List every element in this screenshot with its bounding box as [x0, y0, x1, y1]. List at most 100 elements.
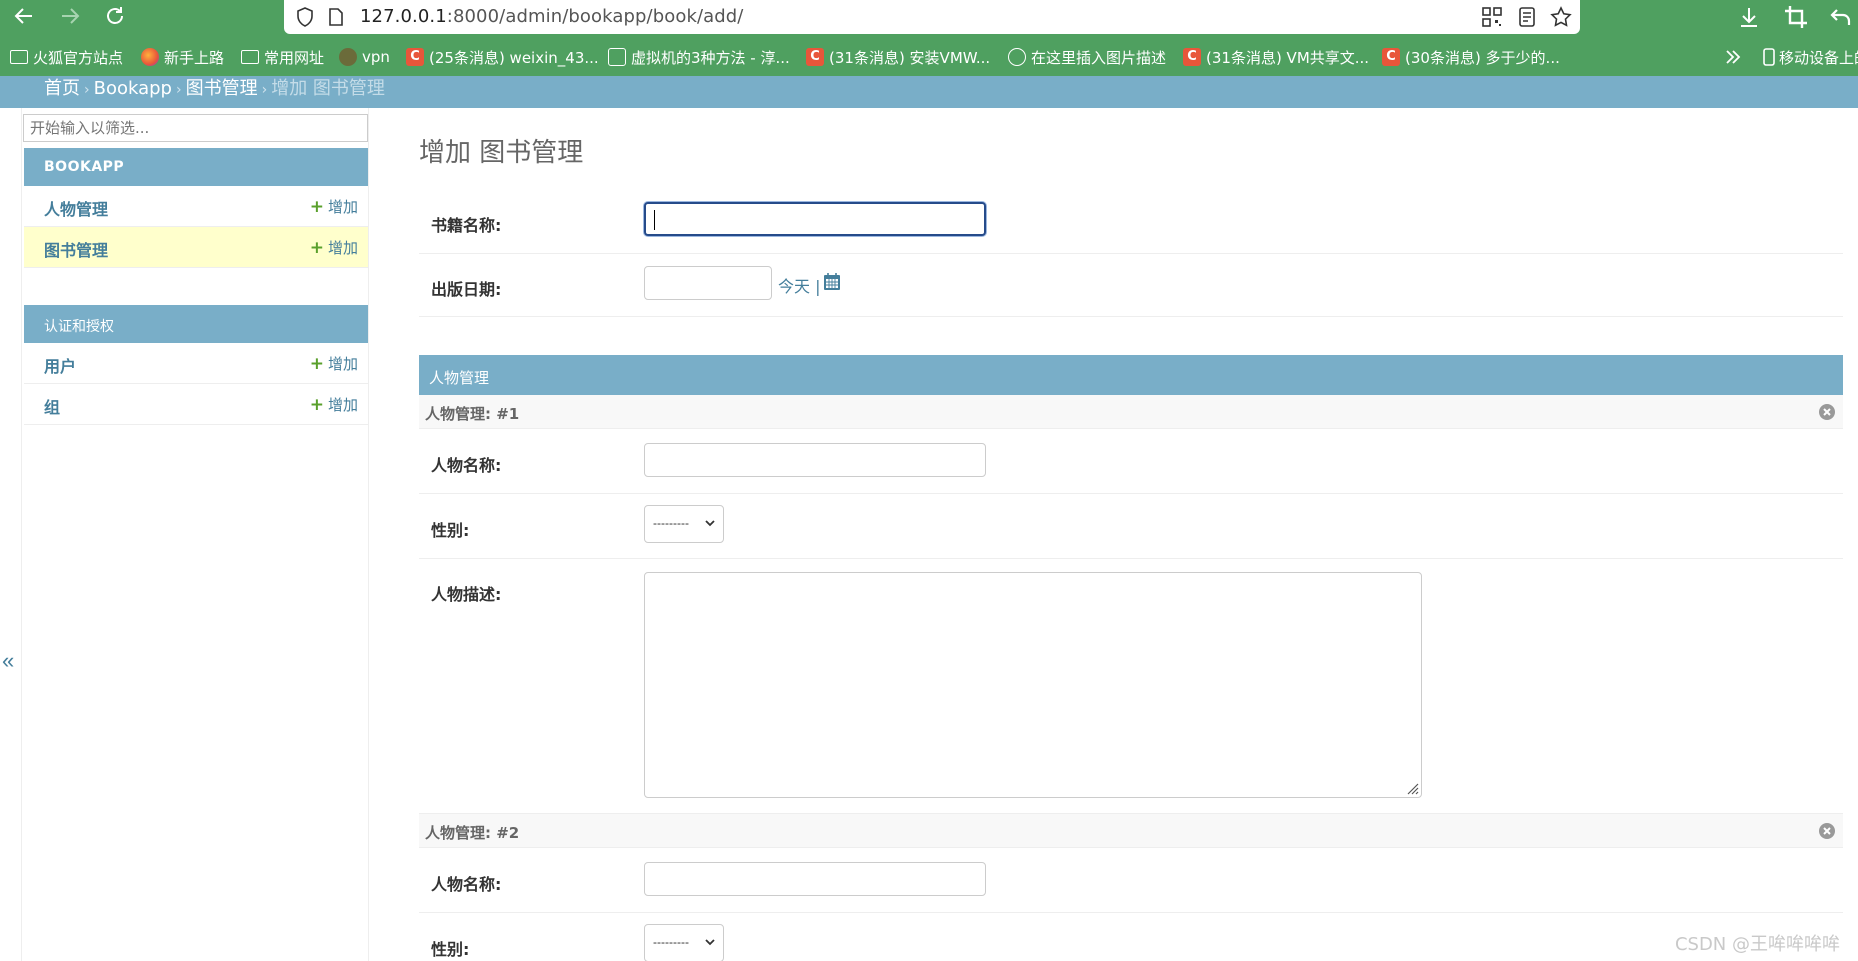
bookmark-item[interactable]: 虚拟机的3种方法 - 淳... — [608, 46, 790, 68]
bookmark-item[interactable]: 新手上路 — [141, 46, 224, 68]
mobile-icon — [1763, 48, 1775, 66]
bookmark-item[interactable]: 在这里插入图片描述 — [1008, 46, 1166, 68]
calendar-icon[interactable] — [822, 272, 842, 292]
module-bookapp: BOOKAPP 人物管理 + 增加 图书管理 + 增加 — [24, 148, 368, 268]
pub-date-input[interactable] — [644, 266, 772, 300]
add-label: 增加 — [327, 355, 358, 373]
shield-icon[interactable] — [296, 7, 314, 27]
add-book-link[interactable]: + 增加 — [310, 237, 358, 258]
bookmark-item[interactable]: C (31条消息) VM共享文... — [1183, 46, 1369, 68]
globe-icon — [1008, 48, 1026, 66]
resize-grip-icon[interactable] — [1403, 779, 1419, 795]
person-desc-textarea[interactable] — [644, 572, 1422, 798]
inline-item-header: 人物管理: #1 — [419, 395, 1843, 429]
module-caption[interactable]: BOOKAPP — [24, 148, 368, 186]
download-icon[interactable] — [1736, 4, 1762, 30]
folder-icon — [10, 50, 28, 64]
bookmarks-bar: 火狐官方站点 新手上路 常用网址 vpn C (25条消息) weixin_43.… — [0, 40, 1858, 74]
gender-label: 性别: — [431, 521, 470, 540]
person-name-input[interactable] — [644, 862, 986, 896]
delete-inline-icon[interactable] — [1817, 402, 1837, 422]
sidebar-item-label[interactable]: 人物管理 — [44, 196, 108, 220]
bookmark-item[interactable]: 常用网址 — [241, 46, 324, 68]
gender-select-value: --------- — [653, 516, 689, 530]
bookmark-item[interactable]: 火狐官方站点 — [10, 46, 123, 68]
firefox-icon — [141, 48, 159, 66]
mobile-bookmarks-label: 移动设备上的 — [1779, 48, 1858, 67]
crop-icon[interactable] — [1783, 4, 1809, 30]
sidebar-item-label[interactable]: 图书管理 — [44, 237, 108, 261]
url-port: :8000 — [446, 6, 500, 27]
today-link[interactable]: 今天 — [778, 277, 810, 296]
bookmark-item[interactable]: C (25条消息) weixin_43... — [406, 46, 599, 68]
gender-select[interactable]: --------- — [644, 505, 724, 543]
bookmark-label: 火狐官方站点 — [33, 48, 124, 67]
bookmark-item[interactable]: vpn — [339, 46, 390, 68]
gender-label: 性别: — [431, 940, 470, 959]
add-user-link[interactable]: + 增加 — [310, 353, 358, 374]
breadcrumb-home[interactable]: 首页 — [44, 78, 80, 99]
page-info-icon[interactable] — [328, 8, 344, 26]
breadcrumb-separator: › — [261, 82, 268, 98]
inline-item-title: 人物管理: #1 — [425, 405, 520, 423]
sidebar-item-label[interactable]: 用户 — [44, 353, 76, 377]
plus-icon: + — [309, 238, 324, 258]
add-group-link[interactable]: + 增加 — [310, 394, 358, 415]
module-caption[interactable]: 认证和授权 — [24, 305, 368, 343]
address-bar[interactable]: 127.0.0.1:8000/admin/bookapp/book/add/ — [284, 0, 1580, 34]
mobile-bookmarks[interactable]: 移动设备上的 — [1762, 46, 1858, 68]
form-row-gender: 性别: --------- — [419, 913, 1843, 961]
plus-icon: + — [309, 354, 324, 374]
bookmark-label: (31条消息) VM共享文... — [1206, 48, 1370, 67]
qr-code-icon[interactable] — [1481, 6, 1503, 28]
add-label: 增加 — [327, 239, 358, 257]
reader-view-icon[interactable] — [1516, 6, 1538, 28]
inline-item-title: 人物管理: #2 — [425, 824, 520, 842]
person-name-label: 人物名称: — [431, 456, 502, 475]
chevron-down-icon — [705, 520, 715, 527]
more-bookmarks-icon[interactable] — [1724, 46, 1742, 68]
csdn-icon: C — [406, 48, 424, 66]
form-row-book-name: 书籍名称: — [419, 190, 1843, 254]
back-arrow-icon[interactable] — [12, 4, 36, 28]
page-title: 增加 图书管理 — [419, 138, 584, 168]
sidebar-item-users[interactable]: 用户 + 增加 — [24, 343, 368, 384]
sidebar-item-person[interactable]: 人物管理 + 增加 — [24, 186, 368, 227]
sidebar-item-label[interactable]: 组 — [44, 394, 60, 418]
reload-icon[interactable] — [103, 4, 127, 28]
bookmark-item[interactable]: C (30条消息) 多于少的... — [1382, 46, 1560, 68]
bookmark-item[interactable]: C (31条消息) 安装VMW... — [806, 46, 990, 68]
form-row-person-name: 人物名称: — [419, 429, 1843, 494]
breadcrumb-model[interactable]: 图书管理 — [186, 78, 258, 99]
folder-icon — [241, 50, 259, 64]
pub-date-label: 出版日期: — [431, 280, 502, 299]
sidebar-item-book[interactable]: 图书管理 + 增加 — [24, 227, 368, 268]
bookmark-label: 新手上路 — [164, 48, 225, 67]
bookmark-label: 在这里插入图片描述 — [1031, 48, 1167, 67]
sidebar-toggle[interactable]: « — [0, 108, 22, 961]
bookmark-label: vpn — [362, 48, 390, 66]
gender-select[interactable]: --------- — [644, 924, 724, 961]
forward-arrow-icon[interactable] — [58, 4, 82, 28]
collapse-sidebar-icon[interactable]: « — [2, 648, 14, 674]
plus-icon: + — [309, 197, 324, 217]
breadcrumb-app[interactable]: Bookapp — [94, 78, 172, 99]
sidebar-filter-input[interactable] — [23, 114, 368, 142]
bookmark-label: 常用网址 — [264, 48, 325, 67]
gender-select-value: --------- — [653, 935, 689, 949]
breadcrumb: 首页 › Bookapp › 图书管理 › 增加 图书管理 — [44, 74, 385, 100]
breadcrumb-current: 增加 图书管理 — [271, 78, 385, 99]
delete-inline-icon[interactable] — [1817, 821, 1837, 841]
sidebar-item-groups[interactable]: 组 + 增加 — [24, 384, 368, 425]
book-name-input[interactable] — [644, 202, 986, 236]
url-host: 127.0.0.1 — [360, 6, 447, 27]
add-person-link[interactable]: + 增加 — [310, 196, 358, 217]
person-name-input[interactable] — [644, 443, 986, 477]
inline-group-caption: 人物管理 — [419, 355, 1843, 395]
browser-toolbar: 127.0.0.1:8000/admin/bookapp/book/add/ 火… — [0, 0, 1858, 76]
inline-item-header: 人物管理: #2 — [419, 814, 1843, 848]
person-desc-label: 人物描述: — [431, 585, 502, 604]
undo-icon[interactable] — [1828, 4, 1854, 30]
add-label: 增加 — [327, 396, 358, 414]
bookmark-star-icon[interactable] — [1550, 6, 1572, 28]
